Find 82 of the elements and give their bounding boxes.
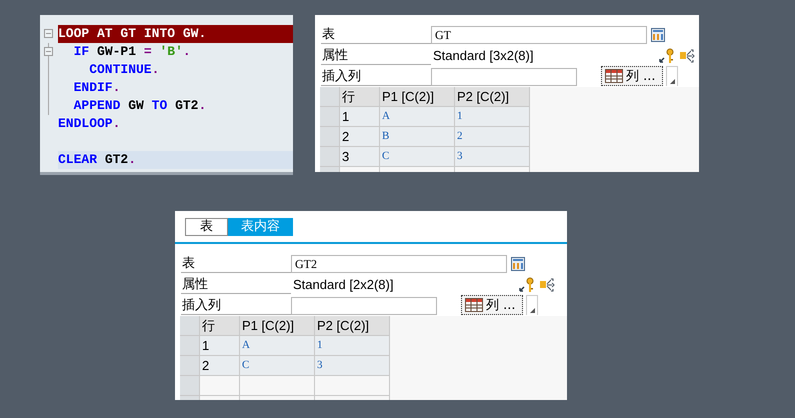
code-identifier: GT2: [104, 152, 128, 167]
row-selector[interactable]: [320, 147, 340, 167]
code-operator: .: [198, 26, 206, 41]
code-keyword: CONTINUE: [89, 62, 152, 77]
table-cell: 3: [455, 147, 530, 167]
corner-cell[interactable]: [180, 316, 200, 336]
field-label: 插入列: [321, 68, 431, 86]
code-identifier: GW-P1: [97, 44, 136, 59]
code-identifier: GW: [182, 26, 198, 41]
code-operator: .: [182, 44, 191, 59]
table-cell: 1: [455, 107, 530, 127]
table-cell: [200, 376, 240, 396]
column-header[interactable]: P1 [C(2)]: [240, 316, 315, 336]
field-label: 插入列: [181, 296, 291, 314]
code-keyword: ENDLOOP: [58, 116, 113, 131]
field-label: 表: [181, 254, 291, 272]
hierarchy-icon[interactable]: [539, 276, 555, 292]
table-cell: 1: [200, 336, 240, 356]
code-operator: .: [198, 98, 206, 113]
attributes-value: Standard [3x2(8)]: [432, 47, 534, 64]
code-string: 'B': [159, 44, 183, 59]
table-cell: 3: [315, 356, 390, 376]
code-keyword: CLEAR: [58, 152, 98, 167]
row-selector[interactable]: [320, 107, 340, 127]
code-operator: =: [144, 44, 152, 59]
resize-handle-icon[interactable]: [666, 66, 678, 86]
code-operator: .: [152, 62, 160, 77]
column-header[interactable]: P2 [C(2)]: [455, 87, 530, 107]
fold-icon[interactable]: [44, 29, 53, 38]
table-cell: A: [380, 107, 455, 127]
column-header[interactable]: P2 [C(2)]: [315, 316, 390, 336]
insert-row-field[interactable]: [431, 68, 577, 86]
table-grid-icon: [465, 298, 483, 312]
table-cell: 3: [340, 147, 380, 167]
table-name-field[interactable]: GT: [431, 26, 647, 44]
code-operator: .: [128, 152, 136, 167]
code-identifier: GT: [120, 26, 136, 41]
selected-line-highlight[interactable]: CLEAR GT2.: [58, 151, 293, 169]
key-icon[interactable]: [659, 48, 675, 64]
code-keyword: INTO: [144, 26, 176, 41]
fold-icon[interactable]: [44, 47, 53, 56]
column-header[interactable]: 行: [200, 316, 240, 336]
table-cell: 2: [455, 127, 530, 147]
corner-cell[interactable]: [320, 87, 340, 107]
key-icon[interactable]: [519, 276, 535, 292]
code-keyword: IF: [74, 44, 90, 59]
table-cell: 2: [340, 127, 380, 147]
code-keyword: TO: [152, 98, 168, 113]
field-label: 属性: [321, 46, 431, 64]
tab[interactable]: 表: [185, 218, 228, 236]
row-selector[interactable]: [320, 127, 340, 147]
code-operator: .: [112, 116, 120, 131]
columns-button[interactable]: 列 ...: [601, 66, 663, 86]
insert-row-field[interactable]: [291, 296, 437, 314]
resize-handle-icon[interactable]: [526, 295, 538, 315]
code-identifier: GT2: [175, 98, 198, 113]
field-label: 表: [321, 26, 431, 44]
table-name-field[interactable]: GT2: [291, 254, 507, 272]
table-cell: C: [240, 356, 315, 376]
column-header[interactable]: 行: [340, 87, 380, 107]
columns-button[interactable]: 列 ...: [461, 295, 523, 315]
code-keyword: ENDIF: [74, 80, 113, 95]
table-cell: B: [380, 127, 455, 147]
hierarchy-icon[interactable]: [679, 48, 695, 64]
row-selector[interactable]: [180, 356, 200, 376]
field-label: 属性: [181, 276, 291, 294]
table-calculator-icon[interactable]: [651, 28, 665, 42]
table-cell: 2: [200, 356, 240, 376]
code-identifier: GW: [128, 98, 144, 113]
table-calculator-icon[interactable]: [511, 256, 525, 270]
code-keyword: APPEND: [74, 98, 120, 113]
attributes-value: Standard [2x2(8)]: [292, 276, 394, 293]
table-cell: A: [240, 336, 315, 356]
table-grid-icon: [605, 69, 623, 83]
table-cell: 1: [340, 107, 380, 127]
row-selector[interactable]: [180, 336, 200, 356]
table-cell: 1: [315, 336, 390, 356]
column-header[interactable]: P1 [C(2)]: [380, 87, 455, 107]
row-selector[interactable]: [180, 376, 200, 396]
code-operator: .: [112, 80, 120, 95]
table-cell: C: [380, 147, 455, 167]
code-keyword: LOOP AT: [58, 26, 113, 41]
